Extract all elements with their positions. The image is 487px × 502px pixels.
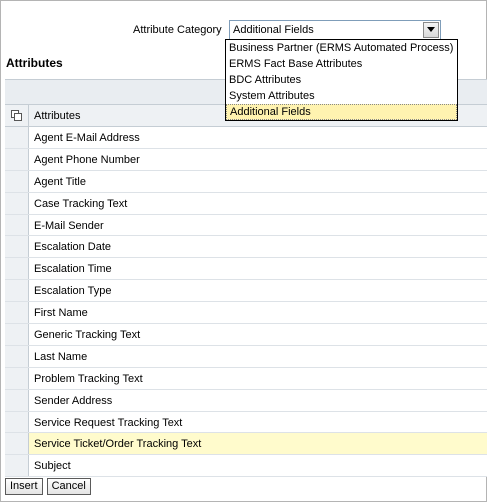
row-selector[interactable] bbox=[5, 367, 29, 389]
row-selector[interactable] bbox=[5, 236, 29, 258]
row-attribute-text: Service Ticket/Order Tracking Text bbox=[34, 438, 202, 451]
row-attribute-text: First Name bbox=[34, 307, 88, 320]
row-selector[interactable] bbox=[5, 170, 29, 192]
table-row[interactable]: Case Tracking Text bbox=[5, 192, 487, 215]
cancel-button[interactable]: Cancel bbox=[46, 478, 91, 495]
row-attribute-text: Generic Tracking Text bbox=[34, 329, 141, 342]
dropdown-option[interactable]: ERMS Fact Base Attributes bbox=[226, 56, 457, 72]
row-attribute-text: Last Name bbox=[34, 350, 88, 363]
row-attribute-text: Agent Phone Number bbox=[34, 153, 140, 166]
table-row[interactable]: First Name bbox=[5, 302, 487, 325]
row-attribute-text: Service Request Tracking Text bbox=[34, 416, 183, 429]
table-row[interactable]: Sender Address bbox=[5, 389, 487, 412]
row-selector[interactable] bbox=[5, 127, 29, 148]
row-selector[interactable] bbox=[5, 302, 29, 324]
row-selector[interactable] bbox=[5, 258, 29, 280]
table-body: Agent E-Mail Address Agent Phone Number Ag… bbox=[5, 127, 487, 478]
row-selector[interactable] bbox=[5, 214, 29, 236]
attributes-table: Attributes Agent E-Mail Address Agent Pho… bbox=[5, 105, 487, 478]
section-title: Attributes bbox=[6, 56, 63, 70]
row-selector[interactable] bbox=[5, 433, 29, 455]
table-row[interactable]: Agent Title bbox=[5, 170, 487, 193]
row-attribute-text: Case Tracking Text bbox=[34, 197, 128, 210]
table-row[interactable]: Agent E-Mail Address bbox=[5, 127, 487, 149]
table-row[interactable]: E-Mail Sender bbox=[5, 214, 487, 237]
table-row[interactable]: Service Request Tracking Text bbox=[5, 411, 487, 434]
row-attribute-text: Problem Tracking Text bbox=[34, 372, 143, 385]
row-selector[interactable] bbox=[5, 148, 29, 170]
row-attribute-text: Escalation Type bbox=[34, 285, 112, 298]
table-row[interactable]: Escalation Time bbox=[5, 258, 487, 281]
row-attribute-text: Sender Address bbox=[34, 394, 113, 407]
row-attribute-text: Subject bbox=[34, 460, 71, 473]
dropdown-option[interactable]: Business Partner (ERMS Automated Process… bbox=[226, 40, 457, 56]
row-selector[interactable] bbox=[5, 280, 29, 302]
row-selector[interactable] bbox=[5, 192, 29, 214]
row-attribute-text: Escalation Date bbox=[34, 241, 112, 254]
row-selector[interactable] bbox=[5, 324, 29, 345]
table-row[interactable]: Escalation Type bbox=[5, 280, 487, 303]
attribute-category-select[interactable]: Additional Fields bbox=[229, 20, 441, 40]
row-selector[interactable] bbox=[5, 345, 29, 367]
table-row[interactable]: Escalation Date bbox=[5, 236, 487, 259]
category-dropdown-list[interactable]: Business Partner (ERMS Automated Process… bbox=[225, 39, 458, 121]
dropdown-option[interactable]: System Attributes bbox=[226, 88, 457, 104]
select-all-cell[interactable] bbox=[5, 105, 29, 127]
table-row[interactable]: Service Ticket/Order Tracking Text bbox=[5, 433, 487, 456]
chevron-down-icon bbox=[427, 27, 435, 32]
row-attribute-text: Escalation Time bbox=[34, 263, 112, 276]
attribute-category-value: Additional Fields bbox=[233, 24, 314, 36]
button-bar: Insert Cancel bbox=[5, 478, 92, 495]
row-attribute-text: Agent Title bbox=[34, 175, 86, 188]
dropdown-option[interactable]: BDC Attributes bbox=[226, 72, 457, 88]
row-attribute-text: Agent E-Mail Address bbox=[34, 132, 140, 144]
table-row[interactable]: Problem Tracking Text bbox=[5, 367, 487, 390]
table-row[interactable]: Last Name bbox=[5, 345, 487, 368]
dropdown-arrow-button[interactable] bbox=[423, 22, 439, 38]
column-header-attributes[interactable]: Attributes bbox=[34, 110, 80, 122]
insert-button[interactable]: Insert bbox=[5, 478, 43, 495]
select-all-icon bbox=[11, 110, 22, 121]
table-row[interactable]: Generic Tracking Text bbox=[5, 324, 487, 346]
table-row[interactable]: Subject bbox=[5, 455, 487, 478]
row-attribute-text: E-Mail Sender bbox=[34, 219, 104, 232]
attribute-category-label: Attribute Category bbox=[133, 24, 222, 36]
table-row[interactable]: Agent Phone Number bbox=[5, 148, 487, 171]
row-selector[interactable] bbox=[5, 389, 29, 411]
row-selector[interactable] bbox=[5, 455, 29, 477]
attribute-dialog: Attribute Category Additional Fields Att… bbox=[0, 0, 487, 502]
row-selector[interactable] bbox=[5, 411, 29, 433]
attribute-category-row: Attribute Category Additional Fields bbox=[1, 19, 487, 41]
dropdown-option[interactable]: Additional Fields bbox=[226, 104, 457, 120]
